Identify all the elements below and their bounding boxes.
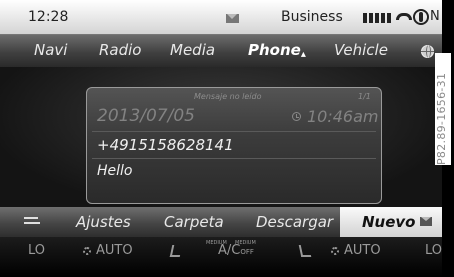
signal-strength-icon — [363, 13, 391, 23]
fan-icon — [331, 247, 339, 255]
left-fan-mode[interactable]: AUTO — [96, 243, 133, 258]
head-unit-screen: 12:28 Business N Navi Radio Media Phone▴… — [0, 0, 454, 277]
menu-item-navi[interactable]: Navi — [34, 41, 67, 59]
seat-heating-icon[interactable] — [298, 245, 312, 257]
message-counter: 1/1 — [358, 92, 371, 101]
phone-handset-icon — [396, 13, 412, 20]
message-card[interactable]: Mensaje no leído 1/1 2013/07/05 10:46am … — [86, 87, 382, 204]
submenu-item-carpeta[interactable]: Carpeta — [164, 213, 224, 231]
main-menu: Navi Radio Media Phone▴ Vehicle — [0, 35, 442, 67]
right-fan-mode[interactable]: AUTO — [344, 243, 381, 258]
menu-item-phone-label: Phone — [248, 41, 301, 59]
figure-id: P82.89-1656-31 — [435, 53, 451, 165]
menu-item-phone[interactable]: Phone▴ — [248, 41, 306, 60]
message-time: 10:46am — [307, 107, 379, 126]
profile-name: Business — [281, 9, 343, 25]
menu-item-vehicle[interactable]: Vehicle — [334, 41, 388, 59]
active-marker-icon: ▴ — [300, 49, 306, 60]
message-status: Mensaje no leído — [194, 92, 262, 101]
envelope-icon — [226, 14, 239, 23]
globe-icon[interactable] — [421, 45, 434, 58]
message-body: Hello — [97, 163, 133, 179]
compass-direction: N — [430, 9, 440, 24]
clock-icon — [292, 112, 301, 121]
left-temperature[interactable]: LO — [28, 243, 45, 258]
right-temperature[interactable]: LO — [425, 243, 442, 258]
divider — [92, 158, 376, 159]
menu-item-media[interactable]: Media — [170, 41, 215, 59]
content-area: Mensaje no leído 1/1 2013/07/05 10:46am … — [0, 67, 442, 207]
ac-suffix: OFF — [240, 248, 254, 256]
fan-icon — [83, 247, 91, 255]
ac-label[interactable]: A/COFF — [218, 243, 254, 258]
compass-icon — [413, 9, 429, 25]
seat-heating-icon[interactable] — [169, 245, 183, 257]
status-time: 12:28 — [28, 9, 69, 25]
divider — [92, 131, 376, 132]
message-sender: +4915158628141 — [97, 136, 234, 154]
submenu-item-nuevo-label: Nuevo — [362, 213, 416, 231]
submenu-item-ajustes[interactable]: Ajustes — [76, 213, 131, 231]
back-icon[interactable] — [24, 217, 42, 227]
new-message-icon — [420, 217, 432, 226]
ac-label-text: A/C — [218, 243, 241, 258]
status-bar: 12:28 Business N — [0, 0, 442, 35]
submenu-item-nuevo[interactable]: Nuevo — [340, 207, 442, 237]
climate-bar: LO AUTO MEDIUM MEDIUM A/COFF AUTO LO — [0, 237, 442, 277]
submenu-item-descargar[interactable]: Descargar — [256, 213, 333, 231]
message-date: 2013/07/05 — [97, 106, 195, 126]
menu-item-radio[interactable]: Radio — [99, 41, 141, 59]
submenu: Ajustes Carpeta Descargar Nuevo — [0, 207, 442, 237]
